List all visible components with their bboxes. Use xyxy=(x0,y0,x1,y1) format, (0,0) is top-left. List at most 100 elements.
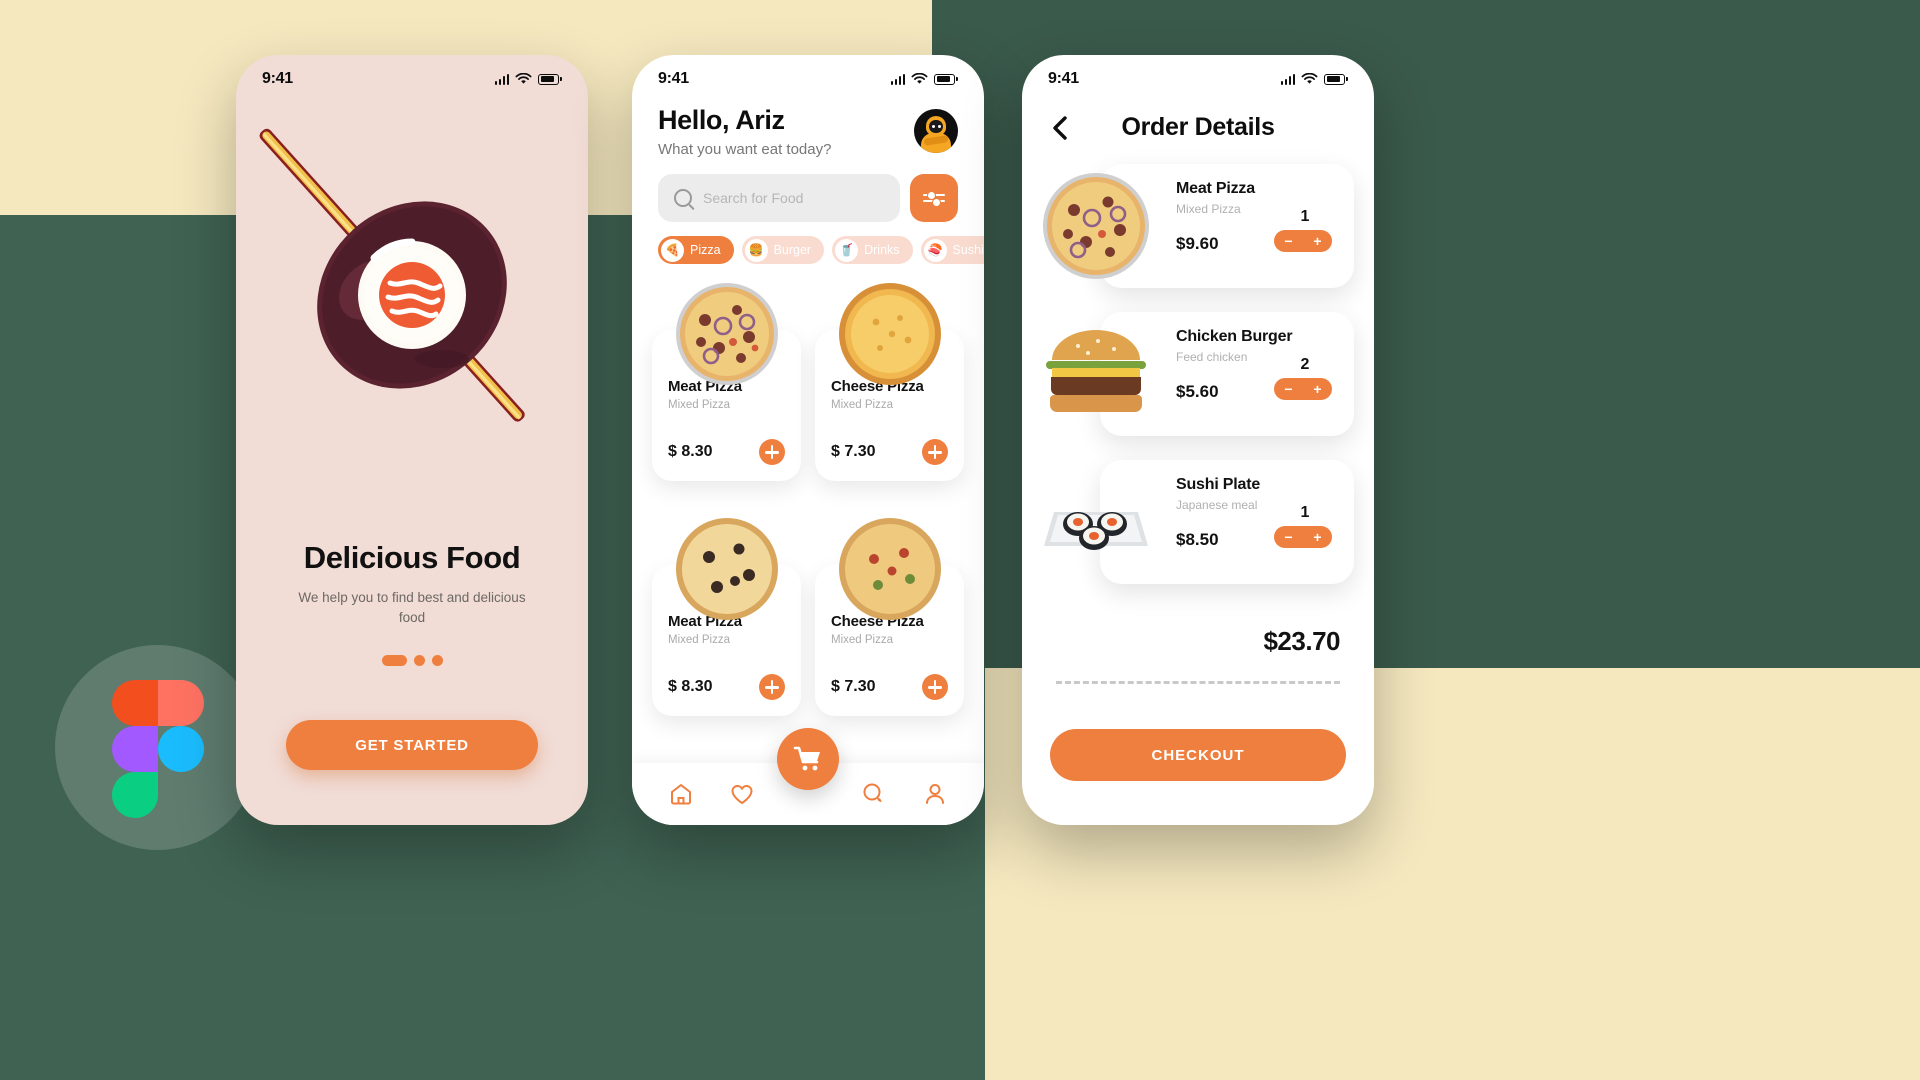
chip-sushi[interactable]: 🍣 Sushi xyxy=(920,236,984,264)
battery-icon xyxy=(538,73,562,85)
food-desc: Mixed Pizza xyxy=(831,634,893,646)
home-header: Hello, Ariz What you want eat today? xyxy=(632,95,984,158)
food-card[interactable]: Meat Pizza Mixed Pizza $ 8.30 xyxy=(652,283,801,481)
food-grid-row-2: Meat Pizza Mixed Pizza $ 8.30 Cheese Piz… xyxy=(632,499,984,716)
increment-button[interactable]: + xyxy=(1313,234,1321,248)
add-to-cart-button[interactable] xyxy=(922,674,948,700)
increment-button[interactable]: + xyxy=(1313,382,1321,396)
food-price: $ 7.30 xyxy=(831,678,876,695)
chip-pizza[interactable]: 🍕 Pizza xyxy=(658,236,734,264)
status-bar: 9:41 xyxy=(236,55,588,95)
status-time: 9:41 xyxy=(658,70,689,87)
order-item-row[interactable]: Chicken Burger Feed chicken $5.60 2 − + xyxy=(1042,312,1354,436)
chip-burger[interactable]: 🍔 Burger xyxy=(741,236,825,264)
order-item-row[interactable]: Sushi Plate Japanese meal $8.50 1 − + xyxy=(1042,460,1354,584)
heart-icon[interactable] xyxy=(729,781,755,807)
item-name: Meat Pizza xyxy=(1176,180,1255,197)
category-chips: 🍕 Pizza 🍔 Burger 🥤 Drinks 🍣 Sushi xyxy=(632,222,984,264)
quantity-value: 2 xyxy=(1300,356,1310,373)
order-total: $23.70 xyxy=(1263,626,1340,656)
order-header: Order Details xyxy=(1022,95,1374,142)
food-desc: Mixed Pizza xyxy=(831,399,893,411)
food-card[interactable]: Cheese Pizza Mixed Pizza $ 7.30 xyxy=(815,518,964,716)
status-bar: 9:41 xyxy=(1022,55,1374,95)
onboarding-subtitle: We help you to find best and delicious f… xyxy=(298,590,526,626)
chicken-burger-photo xyxy=(1046,330,1146,412)
cart-fab-button[interactable] xyxy=(777,728,839,790)
order-total-row: $23.70 xyxy=(1022,608,1374,657)
status-time: 9:41 xyxy=(262,70,293,87)
avatar[interactable] xyxy=(914,109,958,153)
quantity-stepper[interactable]: 1 − + xyxy=(1274,504,1336,548)
chip-label: Pizza xyxy=(690,243,721,257)
back-button[interactable] xyxy=(1048,115,1074,141)
wifi-icon xyxy=(515,73,532,84)
cart-icon xyxy=(793,746,820,771)
add-to-cart-button[interactable] xyxy=(759,439,785,465)
signal-icon xyxy=(494,73,510,85)
add-to-cart-button[interactable] xyxy=(922,439,948,465)
food-card[interactable]: Cheese Pizza Mixed Pizza $ 7.30 xyxy=(815,283,964,481)
home-icon[interactable] xyxy=(668,781,694,807)
phone-onboarding: 9:41 Delicious Food We help you to find … xyxy=(236,55,588,825)
quantity-stepper[interactable]: 2 − + xyxy=(1274,356,1336,400)
quantity-stepper[interactable]: 1 − + xyxy=(1274,208,1336,252)
status-icons xyxy=(1280,73,1348,85)
greeting-question: What you want eat today? xyxy=(658,141,832,158)
increment-button[interactable]: + xyxy=(1313,530,1321,544)
chip-label: Burger xyxy=(773,243,812,257)
drink-icon: 🥤 xyxy=(835,238,859,262)
meat-pizza-photo xyxy=(675,283,778,385)
order-item-row[interactable]: Meat Pizza Mixed Pizza $9.60 1 − + xyxy=(1042,164,1354,288)
filter-icon xyxy=(923,191,945,202)
phone-order-details: 9:41 Order Details Meat Pizza Mixed Pizz… xyxy=(1022,55,1374,825)
chip-label: Drinks xyxy=(864,243,900,257)
wifi-icon xyxy=(911,73,928,84)
signal-icon xyxy=(890,73,906,85)
decrement-button[interactable]: − xyxy=(1284,530,1292,544)
checkout-button[interactable]: CHECKOUT xyxy=(1050,729,1346,781)
pagination-dots[interactable] xyxy=(236,654,588,666)
food-card[interactable]: Meat Pizza Mixed Pizza $ 8.30 xyxy=(652,518,801,716)
decrement-button[interactable]: − xyxy=(1284,234,1292,248)
add-to-cart-button[interactable] xyxy=(759,674,785,700)
search-row xyxy=(632,158,984,222)
chip-drinks[interactable]: 🥤 Drinks xyxy=(832,236,913,264)
search-icon xyxy=(674,189,692,207)
phone-home: 9:41 Hello, Ariz What you want eat today… xyxy=(632,55,984,825)
search-box[interactable] xyxy=(658,174,900,222)
chevron-left-icon xyxy=(1053,115,1067,140)
quantity-value: 1 xyxy=(1300,208,1310,225)
food-desc: Mixed Pizza xyxy=(668,399,730,411)
figma-badge xyxy=(55,645,260,850)
status-icons xyxy=(494,73,562,85)
figma-logo-icon xyxy=(111,679,204,818)
item-name: Sushi Plate xyxy=(1176,476,1261,493)
food-desc: Mixed Pizza xyxy=(668,634,730,646)
food-grid-row-1: Meat Pizza Mixed Pizza $ 8.30 Cheese Piz… xyxy=(632,264,984,481)
battery-icon xyxy=(934,73,958,85)
food-price: $ 8.30 xyxy=(668,678,713,695)
filter-button[interactable] xyxy=(910,174,958,222)
divider xyxy=(1056,681,1340,684)
search-input[interactable] xyxy=(703,190,884,206)
sushi-icon: 🍣 xyxy=(923,238,947,262)
burger-icon: 🍔 xyxy=(744,238,768,262)
dot-2[interactable] xyxy=(413,654,425,666)
page-title: Order Details xyxy=(1121,113,1275,141)
dot-active[interactable] xyxy=(381,654,407,666)
chat-icon[interactable] xyxy=(861,781,887,807)
get-started-button[interactable]: GET STARTED xyxy=(286,720,538,770)
status-bar: 9:41 xyxy=(632,55,984,95)
food-price: $ 7.30 xyxy=(831,443,876,460)
profile-icon[interactable] xyxy=(922,781,948,807)
wifi-icon xyxy=(1301,73,1318,84)
battery-icon xyxy=(1324,73,1348,85)
sushi-plate-photo xyxy=(1044,512,1148,550)
veggie-pizza-photo xyxy=(838,518,941,620)
onboarding-illustration xyxy=(236,95,588,510)
decrement-button[interactable]: − xyxy=(1284,382,1292,396)
dot-3[interactable] xyxy=(431,654,443,666)
order-items-list: Meat Pizza Mixed Pizza $9.60 1 − + Chick… xyxy=(1022,142,1374,584)
greeting-text: Hello, Ariz xyxy=(658,105,785,135)
